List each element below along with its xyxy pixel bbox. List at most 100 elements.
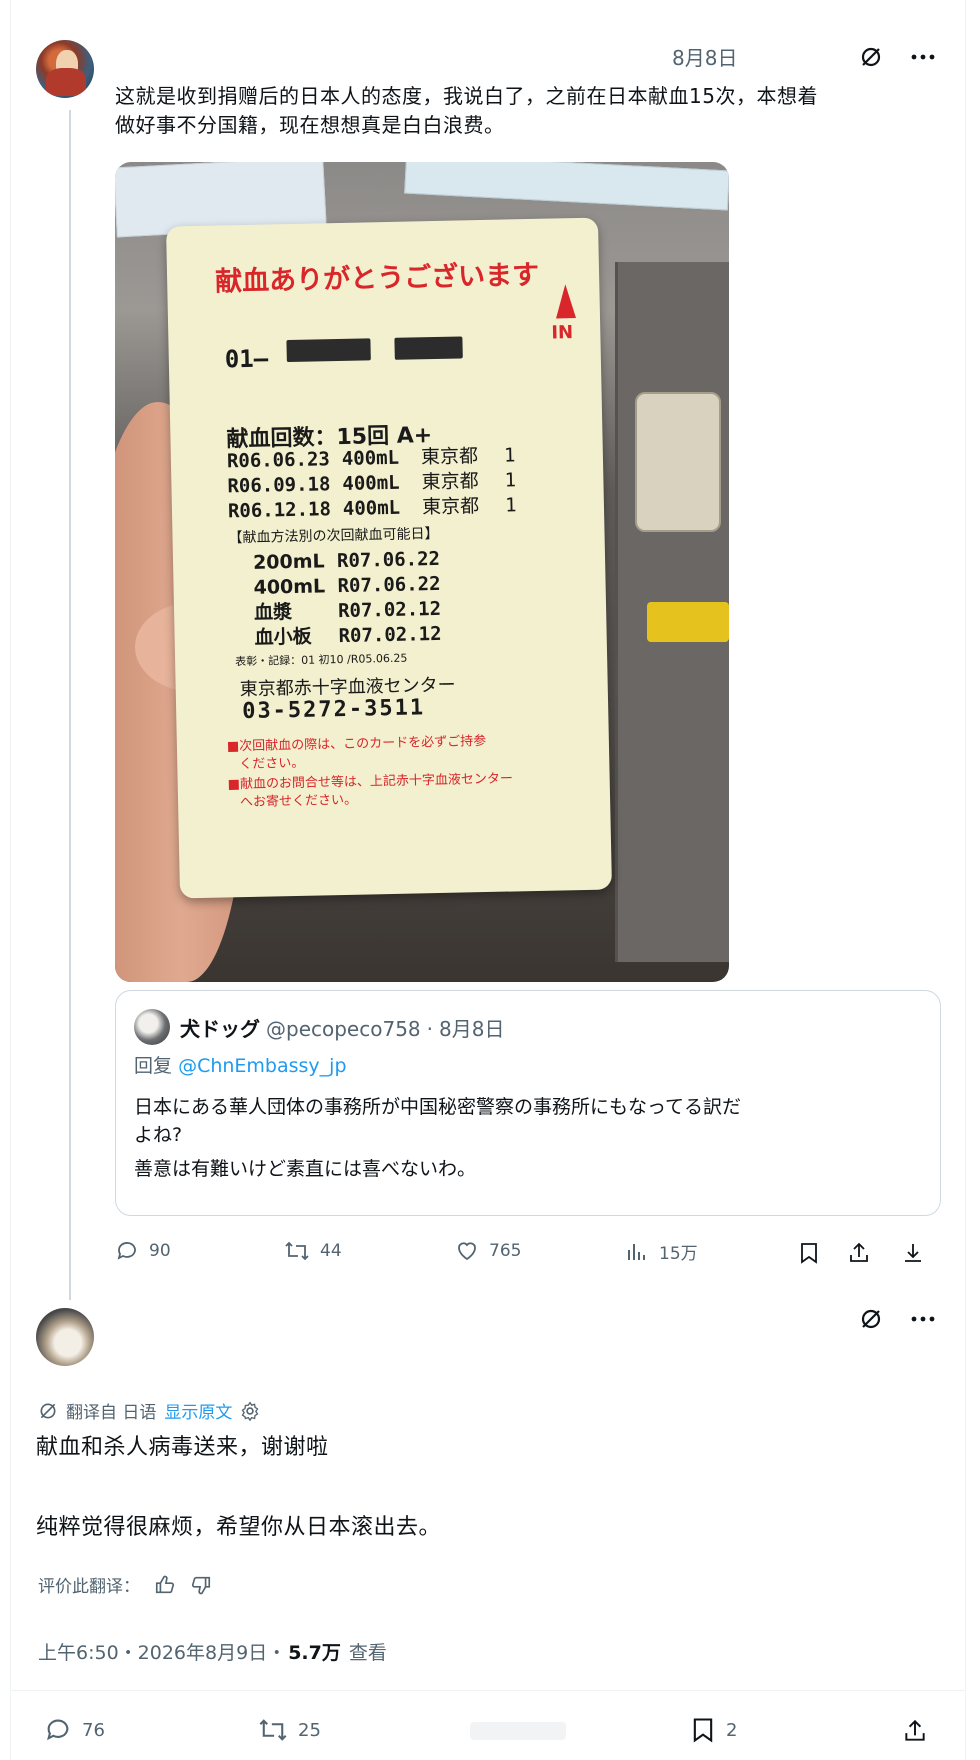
quote-author-handle[interactable]: @pecopeco758 (266, 1017, 421, 1041)
reply-share-icon (905, 1719, 925, 1741)
card-history-num: 1 (504, 469, 517, 492)
rate-translation-row: 评价此翻译： (38, 1572, 212, 1597)
card-history-date: R06.06.23 (226, 448, 331, 473)
card-arrow-icon (555, 284, 577, 319)
card-issue-line: 表彰・記録：01 初10 /R05.06.25 (235, 651, 408, 669)
like-icon (458, 1242, 476, 1261)
reply-button[interactable]: 90 (115, 1239, 171, 1263)
post-date[interactable]: 8月8日 (672, 42, 737, 71)
card-history-date: R06.12.18 (227, 498, 332, 523)
author-avatar[interactable] (36, 40, 94, 98)
translation-label: 翻译自 日语 (66, 1403, 157, 1423)
card-history-num: 1 (503, 444, 516, 467)
reply-reply-count: 76 (82, 1719, 105, 1741)
quoted-post[interactable]: 犬ドッグ @pecopeco758 · 8月8日 回复 @ChnEmbassy_… (115, 990, 941, 1216)
download-icon (905, 1244, 921, 1262)
card-next-dates: 200mL R07.06.22 400mL R07.06.22 血漿 R07.02.12 血… (253, 547, 442, 651)
card-next-date: R07.02.12 (337, 597, 442, 623)
card-history-amount: 400mL (341, 446, 400, 470)
reply-reply-button[interactable]: 76 (44, 1716, 105, 1744)
reply-views-label: 查看 (348, 1642, 387, 1664)
thread-line (69, 110, 71, 1300)
thumbs-down-icon[interactable] (190, 1574, 212, 1596)
reply-bookmark-button[interactable]: 2 (690, 1716, 737, 1744)
bookmark-button[interactable] (795, 1239, 823, 1267)
reply-meta: 上午6:50・2026年8月9日・ 5.7万 查看 (38, 1638, 387, 1665)
card-next-type: 200mL (252, 550, 325, 574)
card-next-date: R07.02.12 (338, 622, 442, 648)
quote-reply-to-link[interactable]: @ChnEmbassy_jp (178, 1055, 346, 1077)
post-photo[interactable]: 献血ありがとうございます IN 01— 献血回数：15回 A+ R06.06.2… (115, 162, 729, 982)
photo-paper-right (404, 162, 729, 211)
like-count: 765 (489, 1241, 522, 1261)
more-icon[interactable] (908, 44, 938, 70)
settings-gear-icon[interactable] (240, 1400, 260, 1421)
quote-date[interactable]: 8月8日 (439, 1013, 504, 1042)
card-notice2-b: へお寄せください。 (239, 792, 358, 811)
reply-repost-count: 25 (298, 1719, 321, 1741)
reply-divider (10, 1690, 966, 1691)
reply-author-avatar[interactable] (36, 1308, 94, 1366)
card-history: R06.06.23 400mL 東京都 1 R06.09.18 400mL 東京都 1 R06.… (227, 443, 517, 524)
card-id-prefix: 01— (224, 344, 269, 374)
card-history-date: R06.09.18 (227, 473, 331, 498)
photo-keypad (635, 392, 721, 532)
reply-share-button[interactable] (900, 1716, 930, 1746)
reply-repost-icon (259, 1719, 287, 1741)
views-icon (628, 1243, 645, 1260)
quote-text-line2: よね? (134, 1124, 183, 1146)
card-direction-label: IN (551, 322, 574, 344)
quote-text-line1: 日本にある華人団体の事務所が中国秘密警察の事務所にもなってる訳だ (134, 1096, 742, 1118)
reply-reply-icon (47, 1719, 69, 1741)
card-next-type: 血漿 (253, 601, 293, 624)
like-button[interactable]: 765 (455, 1239, 521, 1263)
translate-icon (40, 1403, 56, 1418)
card-history-num: 1 (504, 494, 517, 517)
repost-button[interactable]: 44 (284, 1239, 342, 1263)
reply-text-line1: 献血和杀人病毒送来，谢谢啦 (36, 1435, 329, 1460)
card-next-row: 血小板 R07.02.12 (254, 622, 441, 651)
reply-more-icon[interactable] (908, 1306, 938, 1332)
reply-bookmark-count: 2 (726, 1719, 738, 1741)
card-history-place: 東京都 (421, 470, 479, 494)
quote-avatar[interactable] (134, 1009, 170, 1045)
card-history-place: 東京都 (420, 445, 479, 469)
card-history-place: 東京都 (421, 495, 480, 519)
quote-text-line3: 善意は有難いけど素直には喜べないわ。 (134, 1158, 477, 1180)
show-original-link[interactable]: 显示原文 (164, 1398, 232, 1423)
card-next-date: R07.06.22 (337, 572, 441, 598)
share-button[interactable] (845, 1239, 873, 1267)
translation-row: 翻译自 日语 显示原文 (38, 1398, 260, 1423)
card-next-type: 血小板 (254, 625, 312, 649)
rate-label: 评价此翻译： (38, 1577, 140, 1597)
card-notice1-b: ください。 (239, 755, 305, 773)
card-history-row: R06.12.18 400mL 東京都 1 (228, 493, 517, 524)
views-button[interactable]: 15万 (625, 1239, 698, 1264)
repost-count: 44 (320, 1241, 342, 1261)
reply-like-placeholder (470, 1722, 566, 1740)
card-history-amount: 400mL (342, 471, 400, 495)
card-id-redaction-2 (394, 336, 463, 360)
reply-grok-icon[interactable] (858, 1306, 884, 1332)
download-button[interactable] (899, 1239, 927, 1267)
reply-timestamp[interactable]: 上午6:50・2026年8月9日・ (38, 1638, 286, 1665)
thumbs-up-icon[interactable] (154, 1574, 176, 1596)
card-notice1-a: ■次回献血の際は、このカードを必ずご持参 (226, 734, 487, 755)
card-header: 献血ありがとうございます (214, 259, 540, 298)
card-id-redaction-1 (286, 338, 371, 363)
card-phone: 03-5272-3511 (241, 695, 426, 725)
quote-reply-prefix: 回复 (134, 1055, 173, 1077)
card-history-amount: 400mL (342, 496, 401, 520)
donor-card: 献血ありがとうございます IN 01— 献血回数：15回 A+ R06.06.2… (166, 217, 612, 899)
post-text-line2: 做好事不分国籍，现在想想真是白白浪费。 (115, 113, 505, 137)
reply-repost-button[interactable]: 25 (258, 1716, 321, 1744)
bookmark-icon (801, 1243, 817, 1264)
grok-icon[interactable] (858, 44, 884, 70)
repost-icon (285, 1241, 309, 1261)
quote-author-name[interactable]: 犬ドッグ (180, 1013, 260, 1042)
reply-bookmark-icon (693, 1718, 713, 1743)
reply-text-line2: 纯粹觉得很麻烦，希望你从日本滚出去。 (36, 1515, 442, 1540)
post-text-line1: 这就是收到捐赠后的日本人的态度，我说白了，之前在日本献血15次，本想着 (115, 84, 818, 108)
card-next-date: R07.06.22 (336, 547, 441, 573)
views-count: 15万 (659, 1244, 698, 1264)
